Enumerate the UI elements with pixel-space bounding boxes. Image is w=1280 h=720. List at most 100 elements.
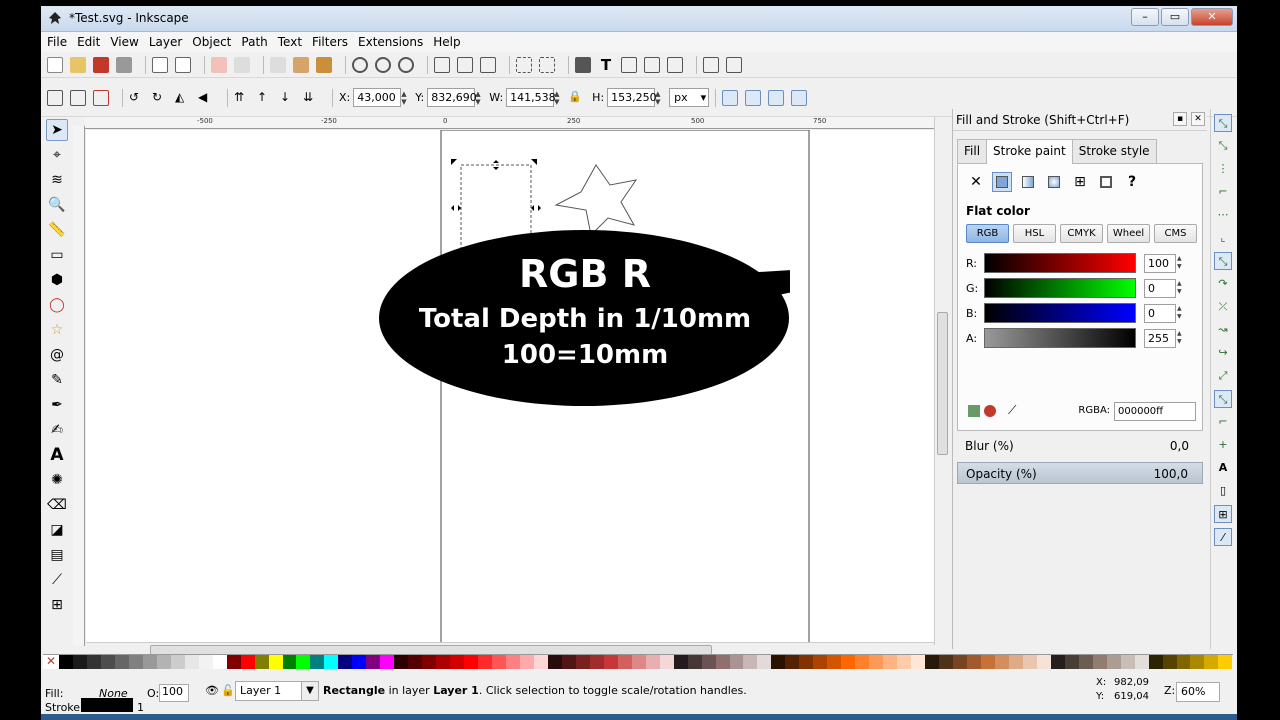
stroke-indicator[interactable] — [81, 698, 133, 712]
palette-swatch[interactable] — [673, 655, 688, 669]
blue-spinner[interactable]: ▲ ▼ — [1177, 305, 1182, 321]
palette-swatch[interactable] — [966, 655, 981, 669]
mode-rgb[interactable]: RGB — [966, 224, 1009, 243]
snap-smooth-icon[interactable]: ↪ — [1214, 344, 1232, 362]
lower-icon[interactable]: ↓ — [280, 90, 296, 106]
eraser-tool-icon[interactable]: ⌫ — [46, 494, 68, 516]
palette-swatch[interactable] — [394, 655, 409, 669]
layer-dropdown-icon[interactable]: ▼ — [301, 681, 319, 701]
snap-bbox-corner-icon[interactable]: ⌐ — [1214, 183, 1232, 201]
palette-swatch[interactable] — [240, 655, 255, 669]
mode-hsl[interactable]: HSL — [1013, 224, 1056, 243]
tab-stroke-style[interactable]: Stroke style — [1071, 139, 1157, 163]
gradient-tool-icon[interactable]: ▤ — [46, 544, 68, 566]
palette-swatch[interactable] — [422, 655, 437, 669]
palette-swatch[interactable] — [827, 655, 842, 669]
palette-swatch[interactable] — [296, 655, 311, 669]
measure-tool-icon[interactable]: 📏 — [46, 219, 68, 241]
h-input[interactable]: 153,250 — [607, 88, 657, 107]
snap-page-border-icon[interactable]: ▯ — [1214, 482, 1232, 500]
palette-swatch[interactable] — [254, 655, 269, 669]
undo-icon[interactable] — [211, 56, 227, 73]
palette-swatch[interactable] — [533, 655, 548, 669]
pattern-icon[interactable]: ⊞ — [1070, 172, 1090, 192]
menu-help[interactable]: Help — [433, 35, 460, 49]
menu-object[interactable]: Object — [192, 35, 231, 49]
scale-corners-icon[interactable] — [745, 89, 762, 106]
palette-swatch[interactable] — [198, 655, 213, 669]
palette-swatch[interactable] — [1092, 655, 1107, 669]
palette-swatch[interactable] — [142, 655, 157, 669]
select-all-layers-icon[interactable] — [70, 89, 86, 106]
palette-swatch[interactable] — [156, 655, 171, 669]
palette-swatch[interactable] — [366, 655, 381, 669]
align-distribute-icon[interactable] — [667, 56, 683, 73]
spiral-tool-icon[interactable]: @ — [46, 344, 68, 366]
rotate-cw-icon[interactable]: ↻ — [152, 90, 168, 106]
palette-swatch[interactable] — [310, 655, 325, 669]
palette-swatch[interactable] — [226, 655, 241, 669]
palette-swatch[interactable] — [799, 655, 814, 669]
snap-guide-icon[interactable]: ⁄ — [1214, 528, 1232, 546]
palette-swatch[interactable] — [478, 655, 493, 669]
snap-grid-icon[interactable]: ⊞ — [1214, 505, 1232, 523]
palette-swatch[interactable] — [86, 655, 101, 669]
palette-swatch[interactable] — [184, 655, 199, 669]
unlink-clone-icon[interactable] — [480, 56, 496, 73]
text-font-icon[interactable]: T — [598, 57, 614, 73]
red-slider[interactable] — [984, 253, 1136, 273]
mode-cmyk[interactable]: CMYK — [1060, 224, 1103, 243]
palette-swatch[interactable] — [757, 655, 772, 669]
connector-tool-icon[interactable]: ⊞ — [46, 594, 68, 616]
maximize-button[interactable]: ▭ — [1161, 8, 1189, 26]
dialog-close-icon[interactable]: ✕ — [1191, 112, 1205, 126]
palette-swatch[interactable] — [855, 655, 870, 669]
palette-swatch[interactable] — [953, 655, 967, 669]
palette-swatch[interactable] — [436, 655, 451, 669]
palette-swatch[interactable] — [813, 655, 828, 669]
mode-cms[interactable]: CMS — [1154, 224, 1197, 243]
palette-swatch[interactable] — [1134, 655, 1149, 669]
dropper-tool-icon[interactable]: ⟋ — [46, 569, 68, 591]
y-spinner[interactable]: ▲ ▼ — [475, 90, 483, 106]
palette-swatch[interactable] — [729, 655, 744, 669]
linear-gradient-icon[interactable] — [1018, 172, 1038, 192]
palette-swatch[interactable] — [492, 655, 506, 669]
ungroup-icon[interactable] — [539, 56, 555, 73]
palette-swatch[interactable] — [1176, 655, 1191, 669]
vertical-scrollbar[interactable] — [934, 117, 950, 645]
save-icon[interactable] — [93, 56, 109, 73]
palette-swatch[interactable] — [547, 655, 562, 669]
palette-swatch[interactable] — [925, 655, 940, 669]
palette-swatch[interactable] — [352, 655, 367, 669]
zoom-page-icon[interactable] — [398, 56, 414, 73]
menu-layer[interactable]: Layer — [149, 35, 182, 49]
palette-swatch[interactable] — [128, 655, 143, 669]
selector-tool-icon[interactable]: ➤ — [46, 119, 68, 141]
vertical-scroll-thumb[interactable] — [937, 312, 948, 455]
alpha-input[interactable]: 255 — [1144, 328, 1176, 348]
opacity-value[interactable]: 100,0 — [1154, 467, 1188, 481]
clone-icon[interactable] — [457, 56, 473, 73]
palette-swatch[interactable] — [1050, 655, 1065, 669]
palette-swatch[interactable] — [841, 655, 856, 669]
palette-none-swatch[interactable]: ✕ — [43, 655, 59, 669]
paint-bucket-tool-icon[interactable]: ◪ — [46, 519, 68, 541]
palette-swatch[interactable] — [380, 655, 395, 669]
unit-select[interactable]: px — [669, 88, 710, 107]
palette-swatch[interactable] — [603, 655, 618, 669]
palette-swatch[interactable] — [575, 655, 590, 669]
print-icon[interactable] — [116, 56, 132, 73]
snap-others-icon[interactable]: ⤡ — [1214, 390, 1232, 408]
menu-edit[interactable]: Edit — [77, 35, 100, 49]
scale-stroke-icon[interactable] — [722, 89, 739, 106]
palette-swatch[interactable] — [911, 655, 926, 669]
ellipse-tool-icon[interactable]: ◯ — [46, 294, 68, 316]
raise-to-top-icon[interactable]: ⇈ — [234, 90, 250, 106]
rotate-ccw-icon[interactable]: ↺ — [129, 90, 145, 106]
duplicate-icon[interactable] — [434, 56, 450, 73]
xml-editor-icon[interactable] — [644, 56, 660, 73]
redo-icon[interactable] — [234, 56, 250, 73]
flip-vertical-icon[interactable]: ◀ — [198, 90, 214, 106]
blue-input[interactable]: 0 — [1144, 303, 1176, 323]
